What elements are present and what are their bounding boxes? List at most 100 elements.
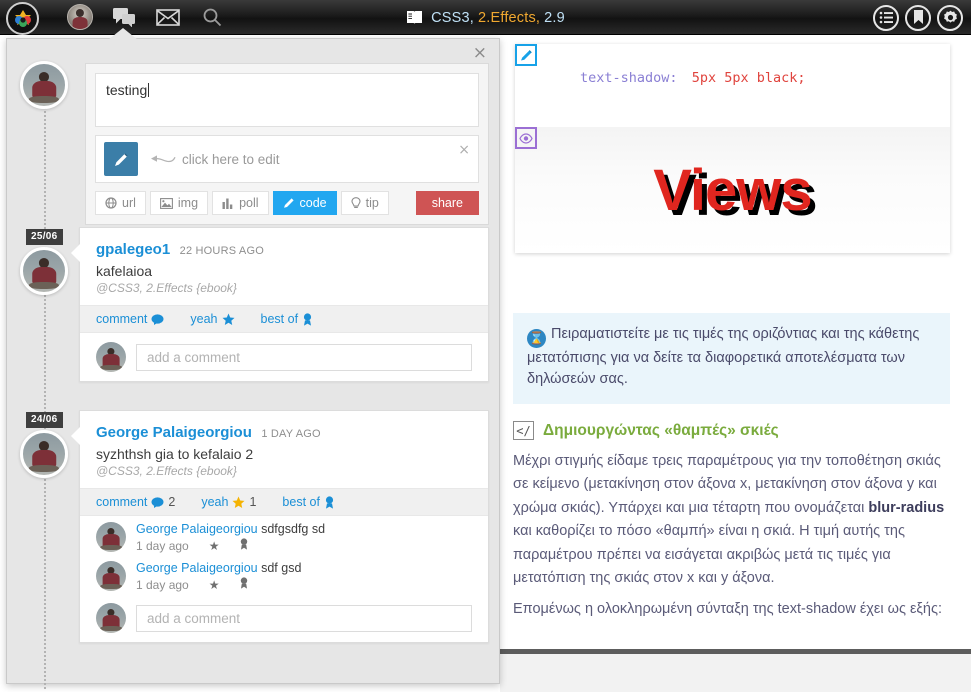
remove-attachment-button[interactable]: × (458, 142, 470, 158)
pencil-icon (114, 152, 128, 166)
composer-text-value: testing (106, 82, 148, 98)
post-2-header: George Palaigeorgiou 1 DAY AGO (96, 424, 472, 442)
nav-search-button[interactable] (190, 0, 234, 35)
image-icon (159, 197, 173, 209)
post-2-avatar (20, 430, 68, 478)
post-2-bestof-action[interactable]: best of (282, 495, 335, 509)
tool-img-button[interactable]: img (149, 191, 209, 215)
post-1-author[interactable]: gpalegeo1 (96, 241, 170, 258)
note-text: Πειραματιστείτε με τις τιμές της οριζόντ… (527, 326, 920, 388)
page-title-part2: 2.Effects, (477, 9, 541, 26)
app-root: CSS3, 2.Effects, 2.9 text-shadow: 5px 5p… (0, 0, 971, 692)
code-snippet[interactable]: text-shadow: 5px 5px black; (515, 44, 950, 127)
page-title-part3: 2.9 (544, 9, 565, 26)
post-1-bestof-action[interactable]: best of (261, 312, 314, 326)
post-1-comment-label: comment (96, 312, 148, 326)
attachment-hint-text: click here to edit (182, 151, 280, 167)
paragraph-1: Μέχρι στιγμής είδαμε τρεις παραμέτρους γ… (513, 450, 955, 591)
attachment-edit-button[interactable] (104, 142, 138, 176)
app-logo[interactable] (6, 2, 39, 35)
pencil-icon (520, 49, 532, 60)
post-2-reply-2: George Palaigeorgiou sdf gsd 1 day ago ★ (80, 555, 488, 594)
tool-tip-button[interactable]: tip (340, 191, 389, 215)
post-2-reply-1: George Palaigeorgiou sdfgsdfg sd 1 day a… (80, 516, 488, 555)
section-heading: </ Δημιουργώντας «θαμπές» σκιές (513, 421, 779, 440)
gear-icon (943, 10, 957, 23)
post-2-comment-avatar (96, 603, 126, 633)
chat-icon (112, 7, 135, 27)
code-property: text-shadow: (580, 70, 678, 86)
post-2-timestamp: 1 DAY AGO (261, 428, 321, 440)
post-1-bestof-label: best of (260, 312, 299, 326)
post-1-yeah-action[interactable]: yeah (190, 312, 235, 326)
list-button[interactable] (873, 4, 899, 31)
post-2-actions: comment 2 yeah 1 best of (80, 488, 488, 516)
tool-poll-button[interactable]: poll (212, 191, 269, 215)
post-2-body: George Palaigeorgiou 1 DAY AGO syzhthsh … (80, 411, 488, 488)
post-2-yeah-count: 1 (249, 495, 257, 509)
reply-2-author[interactable]: George Palaigeorgiou (136, 561, 258, 575)
user-avatar-icon (67, 4, 93, 30)
bars-icon (222, 198, 233, 209)
avatar-legs (100, 364, 122, 371)
post-1-comment-action[interactable]: comment (96, 312, 164, 326)
composer-textarea[interactable]: testing (95, 73, 479, 127)
settings-button[interactable] (937, 4, 963, 31)
nav-profile-button[interactable] (58, 0, 102, 35)
avatar-legs (28, 464, 60, 473)
code-value: 5px 5px black; (691, 70, 806, 86)
preview-area: Views (515, 127, 950, 253)
note-box: ⌛ Πειραματιστείτε με τις τιμές της οριζόν… (513, 313, 950, 404)
code-attachment[interactable]: click here to edit × (95, 135, 479, 183)
eye-icon (519, 132, 533, 144)
post-2-bestof-label: best of (282, 495, 320, 509)
reply-2-content: George Palaigeorgiou sdf gsd 1 day ago ★ (136, 561, 472, 592)
post-2: George Palaigeorgiou 1 DAY AGO syzhthsh … (71, 410, 489, 643)
post-2-comment-action[interactable]: comment 2 (96, 495, 175, 509)
topbar-right-actions (873, 0, 963, 35)
post-1-body: gpalegeo1 22 HOURS AGO kafelaioa @CSS3, … (80, 228, 488, 305)
reply-2-star-icon[interactable]: ★ (209, 578, 220, 592)
post-2-reference: @CSS3, 2.Effects {ebook} (96, 464, 237, 478)
post-1-comment-avatar (96, 342, 126, 372)
post-1-timestamp: 22 HOURS AGO (179, 245, 264, 257)
attachment-hint: click here to edit (150, 152, 280, 167)
toggle-preview-button[interactable] (515, 127, 537, 149)
post-1: gpalegeo1 22 HOURS AGO kafelaioa @CSS3, … (71, 227, 489, 382)
reply-1-star-icon[interactable]: ★ (209, 539, 220, 553)
reply-1-author[interactable]: George Palaigeorgiou (136, 522, 258, 536)
post-1-comment-row: add a comment (80, 333, 488, 381)
post-2-comment-input[interactable]: add a comment (136, 604, 472, 632)
reply-2-medal-icon[interactable] (239, 577, 249, 592)
edit-code-button[interactable] (515, 44, 537, 66)
preview-text: Views (653, 157, 812, 223)
avatar-legs (100, 583, 122, 590)
post-2-yeah-action[interactable]: yeah 1 (201, 495, 256, 509)
bookmark-button[interactable] (905, 4, 931, 31)
arrow-left-icon (151, 155, 176, 163)
tool-tip-label: tip (365, 196, 379, 210)
tool-url-button[interactable]: url (95, 191, 146, 215)
post-2-author[interactable]: George Palaigeorgiou (96, 424, 252, 441)
section-heading-text: Δημιουργώντας «θαμπές» σκιές (543, 421, 779, 439)
tool-code-label: code (299, 196, 327, 210)
tool-code-button[interactable]: code (272, 191, 337, 215)
reply-2-text: sdf gsd (261, 561, 302, 575)
star-icon (222, 313, 235, 325)
close-panel-button[interactable]: × (473, 45, 487, 62)
mail-icon (156, 8, 180, 26)
reply-1-time: 1 day ago (136, 538, 189, 553)
tool-poll-label: poll (239, 196, 259, 210)
app-logo-icon (14, 9, 31, 27)
page-title-part1: CSS3, (431, 9, 474, 26)
bulb-icon (351, 196, 361, 208)
nav-mail-button[interactable] (146, 0, 190, 35)
medal-icon (325, 495, 334, 509)
bookmark-icon (913, 10, 923, 24)
share-button[interactable]: share (415, 191, 479, 215)
pencil-icon (283, 198, 294, 208)
post-1-comment-input[interactable]: add a comment (136, 343, 472, 371)
post-2-comment-row: add a comment (80, 594, 488, 642)
reply-1-medal-icon[interactable] (239, 538, 249, 553)
reply-2-time: 1 day ago (136, 577, 189, 592)
